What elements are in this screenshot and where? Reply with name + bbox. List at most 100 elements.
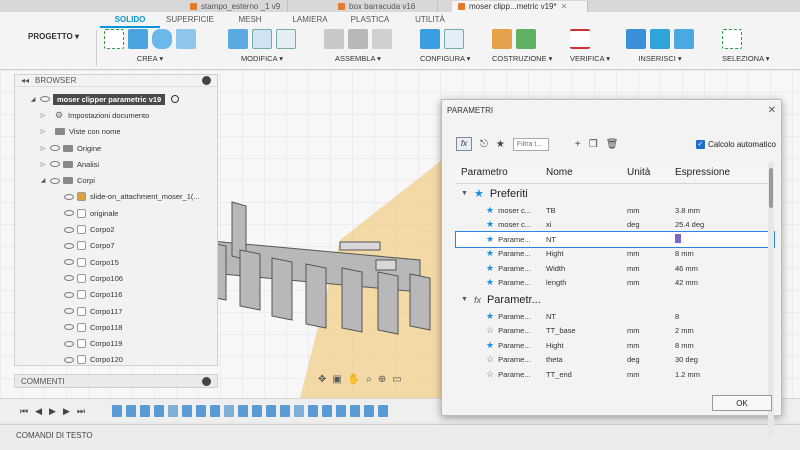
expression-cell[interactable]: 8 mm (670, 249, 766, 258)
expression-cell[interactable]: 3.8 mm (670, 206, 766, 215)
tree-item-body[interactable]: Corpo119 (15, 335, 217, 351)
extrude-icon[interactable] (128, 29, 148, 49)
visibility-eye-icon[interactable] (64, 356, 74, 363)
column-header-expression[interactable]: Espressione (670, 167, 766, 178)
timeline-feature-icon[interactable] (350, 405, 360, 417)
browser-root-row[interactable]: ◢ moser clipper parametric v19 (15, 91, 217, 107)
delete-parameter-icon[interactable]: 🗑 (606, 139, 619, 150)
expression-cell[interactable] (670, 233, 766, 245)
favorite-star-icon[interactable]: ★ (486, 248, 494, 259)
table-row[interactable]: ★ Parame... Hight mm 8 mm (456, 338, 774, 353)
expression-cell[interactable]: 25.4 deg (670, 220, 766, 229)
step-back-icon[interactable]: ◀ (35, 406, 42, 417)
new-component-icon[interactable] (324, 29, 344, 49)
document-tab-box-barracuda[interactable]: box barracuda v16 (332, 1, 438, 12)
display-settings-icon[interactable]: ▭ (392, 374, 401, 385)
timeline-feature-icon[interactable] (168, 405, 178, 417)
tree-item-body[interactable]: Corpo118 (15, 319, 217, 335)
orbit-icon[interactable]: ✥ (318, 374, 326, 385)
expression-cell[interactable]: 46 mm (670, 264, 766, 273)
auto-calculate-checkbox[interactable]: ✓ Calcolo automatico (695, 139, 776, 149)
create-sketch-icon[interactable] (104, 29, 124, 49)
insert-icon[interactable] (650, 29, 670, 49)
column-header-unit[interactable]: Unità (622, 167, 670, 178)
go-to-start-icon[interactable]: ⏮ (20, 406, 28, 417)
column-header-name[interactable]: Nome (541, 167, 622, 178)
table-row[interactable]: ★ moser c... TB mm 3.8 mm (456, 203, 774, 218)
timeline-feature-icon[interactable] (126, 405, 136, 417)
timeline-feature-icon[interactable] (378, 405, 388, 417)
press-pull-icon[interactable] (228, 29, 248, 49)
filter-input[interactable] (512, 137, 549, 151)
group-label[interactable]: COSTRUZIONE ▾ (492, 54, 552, 63)
table-row[interactable]: ★ moser c... xi deg 25.4 deg (456, 218, 774, 233)
scrollbar-thumb[interactable] (769, 168, 773, 208)
tree-item-body[interactable]: Corpo15 (15, 254, 217, 270)
timeline-feature-icon[interactable] (266, 405, 276, 417)
favorites-filter-icon[interactable]: ★ (496, 139, 505, 150)
expand-arrow-icon[interactable]: ◢ (39, 177, 47, 184)
close-tab-icon[interactable]: ✕ (561, 2, 568, 11)
ok-button[interactable]: OK (712, 395, 772, 411)
visibility-eye-icon[interactable] (64, 210, 74, 217)
step-forward-icon[interactable]: ▶ (63, 406, 70, 417)
group-label[interactable]: CREA ▾ (104, 54, 196, 63)
visibility-eye-icon[interactable] (64, 308, 74, 314)
project-dropdown-button[interactable]: PROGETTO ▾ (28, 32, 79, 41)
dialog-title-bar[interactable]: PARAMETRI ✕ (442, 100, 781, 120)
expression-cell[interactable]: 8 mm (670, 341, 766, 350)
tree-item-body[interactable]: Corpo2 (15, 221, 217, 237)
group-label[interactable]: CONFIGURA ▾ (420, 54, 470, 63)
midplane-icon[interactable] (516, 29, 536, 49)
add-comment-icon[interactable] (202, 376, 211, 386)
table-row[interactable]: ★ Parame... Width mm 46 mm (456, 261, 774, 276)
timeline-feature-icon[interactable] (112, 405, 122, 417)
expression-cell[interactable]: 1.2 mm (670, 370, 766, 379)
comments-panel[interactable]: COMMENTI (14, 374, 218, 388)
expand-arrow-icon[interactable]: ▷ (39, 112, 47, 119)
timeline-feature-icon[interactable] (182, 405, 192, 417)
parameters-table-icon[interactable] (444, 29, 464, 49)
favorite-star-icon[interactable]: ★ (486, 234, 494, 245)
timeline-feature-icon[interactable] (308, 405, 318, 417)
visibility-eye-icon[interactable] (64, 324, 74, 331)
document-tab-moser-clipper[interactable]: moser clipp...metric v19* ✕ (452, 1, 588, 12)
table-row[interactable]: ☆ Parame... TT_end mm 1.2 mm (456, 367, 774, 382)
favorite-star-icon[interactable]: ★ (486, 311, 494, 322)
tree-item-document-settings[interactable]: ▷ ⚙ Impostazioni documento (15, 107, 217, 123)
tree-item-body[interactable]: Corpo106 (15, 270, 217, 286)
activate-radio-icon[interactable] (171, 95, 180, 104)
group-model-parameters[interactable]: ▼ fx Parametr... (456, 290, 774, 309)
group-label[interactable]: MODIFICA ▾ (228, 54, 296, 63)
visibility-eye-icon[interactable] (64, 259, 74, 266)
timeline-feature-icon[interactable] (252, 405, 262, 417)
table-row[interactable]: ☆ Parame... theta deg 30 deg (456, 353, 774, 368)
timeline-feature-icon[interactable] (238, 405, 248, 417)
measure-icon[interactable] (570, 29, 590, 49)
favorite-star-icon[interactable]: ☆ (486, 325, 494, 336)
pan-icon[interactable]: ✋ (348, 374, 360, 385)
visibility-eye-icon[interactable] (64, 275, 74, 282)
group-label[interactable]: INSERISCI ▾ (626, 54, 694, 63)
expression-cell[interactable]: 8 (670, 312, 766, 321)
table-row[interactable]: ★ Parame... Hight mm 8 mm (456, 247, 774, 262)
hole-icon[interactable] (176, 29, 196, 49)
shell-icon[interactable] (276, 29, 296, 49)
fit-icon[interactable]: ⊕ (378, 374, 386, 385)
close-icon[interactable]: ✕ (768, 105, 776, 116)
visibility-eye-icon[interactable] (50, 161, 60, 168)
favorite-star-icon[interactable]: ☆ (486, 354, 494, 365)
insert-derive-icon[interactable] (626, 29, 646, 49)
visibility-eye-icon[interactable] (40, 96, 50, 103)
favorite-star-icon[interactable]: ★ (486, 263, 494, 274)
visibility-eye-icon[interactable] (64, 340, 74, 347)
go-to-end-icon[interactable]: ⏭ (77, 406, 85, 417)
table-row[interactable]: ★ Parame... NT (455, 231, 775, 248)
timeline-feature-icon[interactable] (336, 405, 346, 417)
table-row[interactable]: ★ Parame... NT 8 (456, 309, 774, 324)
expression-cell[interactable]: 30 deg (670, 355, 766, 364)
fx-filter-button[interactable]: fx (456, 137, 472, 151)
visibility-eye-icon[interactable] (64, 226, 74, 233)
tree-item-body[interactable]: Corpo117 (15, 303, 217, 319)
tree-item-bodies[interactable]: ◢ Corpi (15, 172, 217, 188)
